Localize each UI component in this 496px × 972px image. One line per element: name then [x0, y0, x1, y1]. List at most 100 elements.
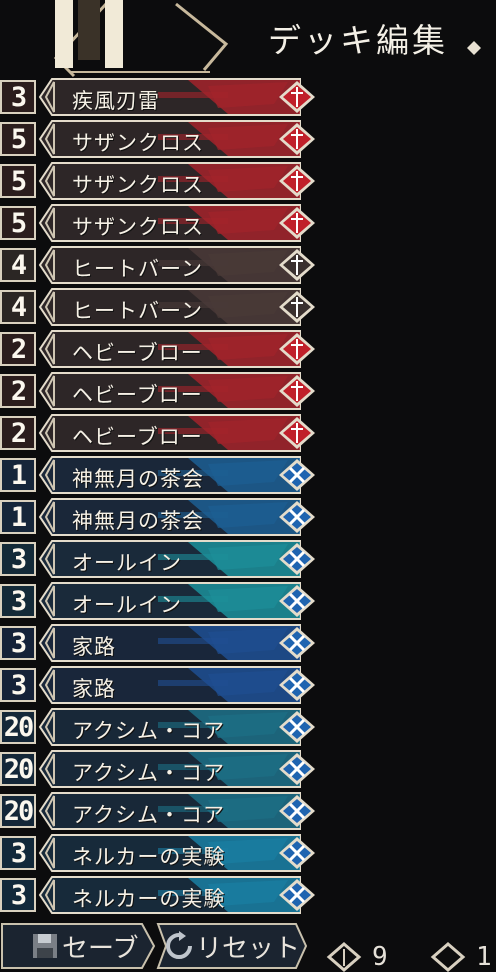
sword-gem-icon — [277, 164, 317, 198]
header: デッキ編集 — [0, 0, 496, 78]
save-button[interactable]: セーブ — [0, 922, 156, 970]
sword-gem-icon — [277, 248, 317, 282]
card-row[interactable]: 2 ヘビーブロー — [0, 328, 330, 370]
reset-button-label: リセット — [196, 933, 301, 964]
card-name: オールイン — [72, 593, 182, 617]
sword-gem-icon — [277, 416, 317, 450]
cross-gem-icon — [277, 710, 317, 744]
card-count: 3 — [0, 542, 36, 576]
card-row[interactable]: 5 サザンクロス — [0, 118, 330, 160]
card-count: 3 — [0, 836, 36, 870]
cross-gem-icon — [277, 836, 317, 870]
card-name: 疾風刃雷 — [72, 89, 160, 113]
cross-gem-icon — [277, 794, 317, 828]
card-name: ヘビーブロー — [72, 425, 203, 449]
sword-gem-icon — [277, 374, 317, 408]
card-name-plate: ネルカーの実験 — [38, 876, 314, 914]
card-row[interactable]: 3 家路 — [0, 664, 330, 706]
card-count: 2 — [0, 332, 36, 366]
cross-gem-icon — [277, 752, 317, 786]
card-name-plate: オールイン — [38, 582, 314, 620]
card-count: 2 — [0, 374, 36, 408]
tab-pillar-left — [55, 0, 73, 68]
card-count: 20 — [0, 710, 36, 744]
sword-gem-icon — [277, 332, 317, 366]
card-name-plate: 家路 — [38, 624, 314, 662]
cross-gem-icon — [277, 626, 317, 660]
reset-button[interactable]: リセット — [156, 922, 308, 970]
card-name-plate: アクシム・コア — [38, 792, 314, 830]
card-count: 5 — [0, 164, 36, 198]
card-name-plate: ヘビーブロー — [38, 330, 314, 368]
cross-gem-icon — [277, 584, 317, 618]
card-row[interactable]: 3 ネルカーの実験 — [0, 874, 330, 916]
card-name: ヒートバーン — [72, 257, 203, 281]
reset-arrow-icon — [166, 931, 192, 959]
card-name-plate: 神無月の茶会 — [38, 498, 314, 536]
card-row[interactable]: 2 ヘビーブロー — [0, 412, 330, 454]
diamond-icon — [430, 942, 466, 972]
card-name-plate: オールイン — [38, 540, 314, 578]
card-name: 家路 — [72, 677, 116, 701]
card-row[interactable]: 1 神無月の茶会 — [0, 496, 330, 538]
card-count: 3 — [0, 878, 36, 912]
floppy-disk-icon — [33, 934, 57, 958]
card-count: 3 — [0, 584, 36, 618]
card-name: アクシム・コア — [72, 803, 225, 827]
card-name: 家路 — [72, 635, 116, 659]
cross-gem-icon — [277, 542, 317, 576]
card-name-plate: 神無月の茶会 — [38, 456, 314, 494]
card-name: サザンクロス — [72, 173, 204, 197]
card-row[interactable]: 2 ヘビーブロー — [0, 370, 330, 412]
card-count: 3 — [0, 626, 36, 660]
tab-diamond-frame — [53, 2, 229, 78]
page-title: デッキ編集 — [268, 21, 448, 60]
card-row[interactable]: 5 サザンクロス — [0, 202, 330, 244]
card-count: 5 — [0, 206, 36, 240]
card-row[interactable]: 20 アクシム・コア — [0, 706, 330, 748]
card-name: ヒートバーン — [72, 299, 203, 323]
sword-gem-icon — [277, 290, 317, 324]
card-count: 4 — [0, 248, 36, 282]
card-row[interactable]: 5 サザンクロス — [0, 160, 330, 202]
card-row[interactable]: 1 神無月の茶会 — [0, 454, 330, 496]
card-name-plate: サザンクロス — [38, 120, 314, 158]
card-row[interactable]: 20 アクシム・コア — [0, 790, 330, 832]
stat-red-count: 9 — [326, 942, 388, 972]
card-name-plate: サザンクロス — [38, 204, 314, 242]
card-name-plate: ネルカーの実験 — [38, 834, 314, 872]
card-row[interactable]: 4 ヒートバーン — [0, 286, 330, 328]
sword-diamond-icon — [326, 942, 362, 972]
card-row[interactable]: 4 ヒートバーン — [0, 244, 330, 286]
card-name: アクシム・コア — [72, 719, 225, 743]
card-count: 20 — [0, 752, 36, 786]
sword-gem-icon — [277, 122, 317, 156]
card-count: 1 — [0, 458, 36, 492]
card-row[interactable]: 3 疾風刃雷 — [0, 76, 330, 118]
card-row[interactable]: 3 家路 — [0, 622, 330, 664]
card-row[interactable]: 3 ネルカーの実験 — [0, 832, 330, 874]
card-name: ヘビーブロー — [72, 383, 203, 407]
card-name: サザンクロス — [72, 215, 204, 239]
tab-divider — [78, 0, 100, 60]
card-count: 5 — [0, 122, 36, 156]
card-count: 20 — [0, 794, 36, 828]
card-count: 1 — [0, 500, 36, 534]
card-name: ネルカーの実験 — [72, 887, 226, 911]
card-name-plate: アクシム・コア — [38, 750, 314, 788]
footer-bar: セーブ リセット 9 1 — [0, 918, 496, 972]
card-name-plate: サザンクロス — [38, 162, 314, 200]
cross-gem-icon — [277, 458, 317, 492]
card-name-plate: ヒートバーン — [38, 288, 314, 326]
card-row[interactable]: 3 オールイン — [0, 538, 330, 580]
card-name-plate: 家路 — [38, 666, 314, 704]
save-button-label: セーブ — [62, 933, 139, 964]
stat-blue-count: 1 — [430, 942, 492, 972]
card-row[interactable]: 3 オールイン — [0, 580, 330, 622]
card-name: オールイン — [72, 551, 182, 575]
card-row[interactable]: 20 アクシム・コア — [0, 748, 330, 790]
card-count: 4 — [0, 290, 36, 324]
sword-gem-icon — [277, 206, 317, 240]
cross-gem-icon — [277, 878, 317, 912]
card-count: 3 — [0, 668, 36, 702]
